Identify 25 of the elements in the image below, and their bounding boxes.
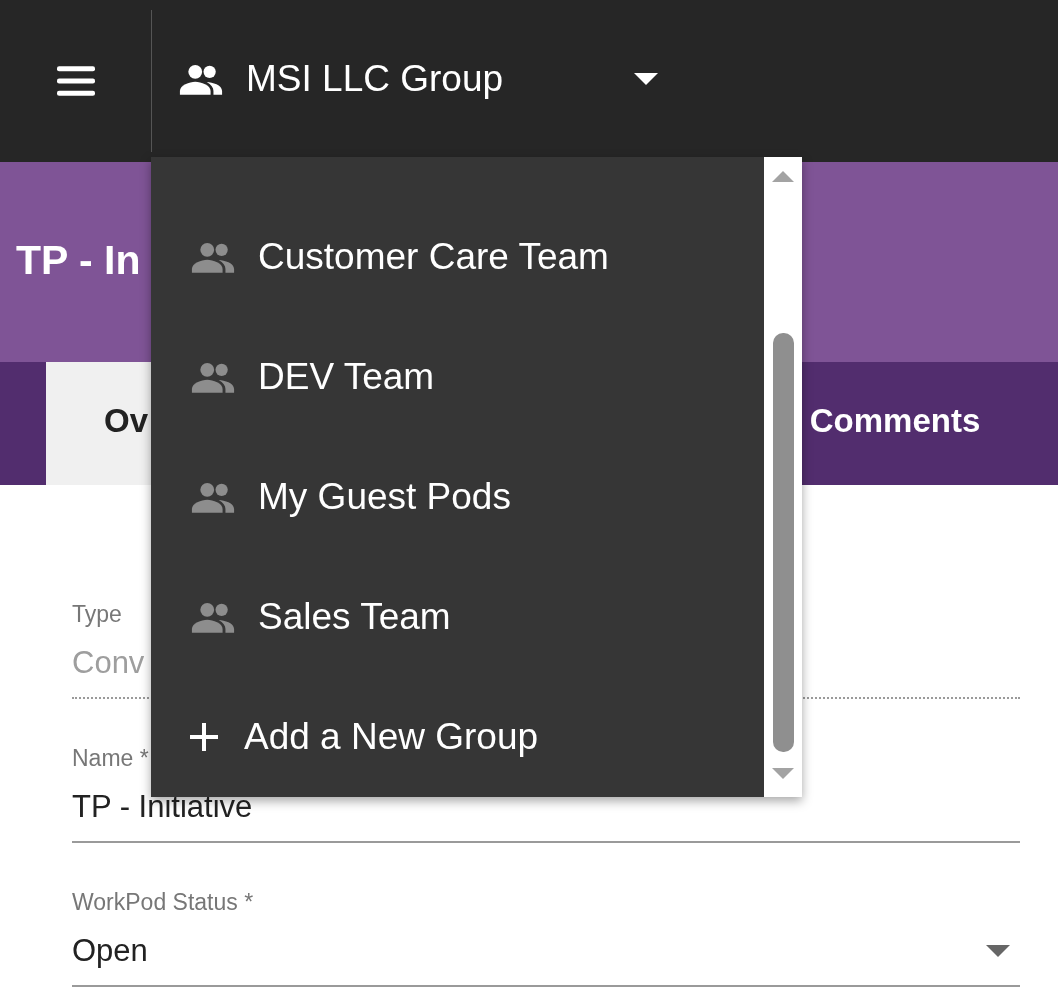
field-label: Type xyxy=(72,600,122,628)
field-label: Name * xyxy=(72,744,149,772)
caret-icon[interactable] xyxy=(634,73,658,85)
field-value: Open xyxy=(72,932,148,970)
scroll-up-icon[interactable] xyxy=(772,171,794,182)
scroll-down-icon[interactable] xyxy=(772,768,794,779)
menu-item[interactable]: Customer Care Team xyxy=(151,197,764,317)
group-name[interactable]: MSI LLC Group xyxy=(246,58,626,100)
menu-item[interactable]: DEV Team xyxy=(151,317,764,437)
menu-item[interactable]: My Guest Pods xyxy=(151,437,764,557)
group-icon xyxy=(190,481,236,513)
group-icon xyxy=(190,601,236,633)
group-icon xyxy=(190,361,236,393)
field-label: WorkPod Status * xyxy=(72,888,254,916)
menu-icon xyxy=(56,66,95,96)
menu-item[interactable]: Sales Team xyxy=(151,557,764,677)
page-title: TP - In xyxy=(16,236,141,284)
tab[interactable]: Comments xyxy=(770,362,1020,485)
group-icon xyxy=(190,241,236,273)
group-icon xyxy=(178,63,224,95)
plus-icon xyxy=(190,723,218,751)
scrollbar[interactable] xyxy=(764,157,802,797)
scroll-thumb[interactable] xyxy=(772,333,794,752)
field-value: Conv xyxy=(72,644,145,682)
select-field[interactable]: WorkPod Status * Open xyxy=(72,888,1020,987)
